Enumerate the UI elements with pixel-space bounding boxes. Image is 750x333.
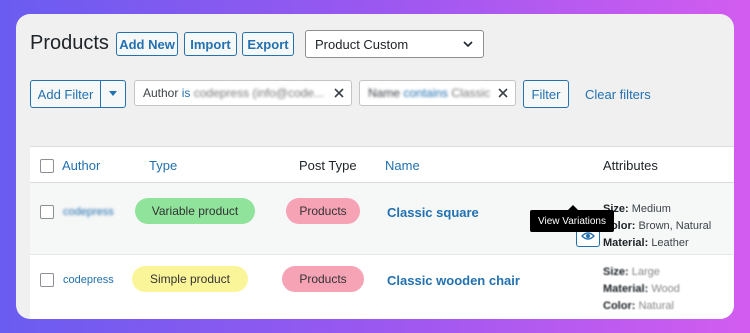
import-button[interactable]: Import: [184, 32, 237, 56]
eye-icon: [581, 232, 595, 240]
admin-panel: Products Add New Import Export Product C…: [16, 14, 734, 319]
attr-value: Large: [631, 266, 660, 278]
column-attributes: Attributes: [603, 158, 658, 173]
attr-value: Brown, Natural: [638, 220, 712, 232]
page-title: Products: [30, 32, 109, 54]
add-new-button[interactable]: Add New: [116, 32, 178, 56]
column-type[interactable]: Type: [149, 158, 177, 173]
chip-operator: contains: [403, 86, 449, 100]
attr-label: Material:: [603, 283, 649, 295]
filter-chip-name[interactable]: Name contains Classic: [359, 80, 516, 106]
view-select[interactable]: Product Custom: [305, 30, 484, 58]
filter-chip-author[interactable]: Author is codepress (info@code...: [134, 80, 352, 106]
close-icon[interactable]: [497, 87, 509, 99]
filter-button[interactable]: Filter: [523, 80, 569, 108]
author-link[interactable]: codepress: [63, 274, 114, 286]
table-row: codepress Simple product Products Classi…: [30, 255, 734, 319]
caret-down-icon[interactable]: [101, 81, 125, 107]
view-select-value: Product Custom: [315, 36, 409, 52]
attributes-cell: Size: Large Material: Wood Color: Natura…: [603, 264, 680, 315]
products-table: Author Type Post Type Name Attributes co…: [30, 146, 734, 319]
chip-value: codepress (info@code...: [193, 86, 324, 100]
row-checkbox[interactable]: [40, 273, 54, 287]
row-checkbox[interactable]: [40, 205, 54, 219]
add-filter-label: Add Filter: [31, 81, 101, 107]
type-badge: Simple product: [132, 266, 248, 292]
export-button[interactable]: Export: [242, 32, 294, 56]
view-variations-tooltip: View Variations: [530, 205, 614, 232]
attr-value: Leather: [651, 237, 689, 249]
author-link[interactable]: codepress: [63, 206, 114, 218]
clear-filters-link[interactable]: Clear filters: [585, 87, 651, 102]
post-type-badge: Products: [282, 266, 364, 292]
chip-operator: is: [181, 86, 191, 100]
chevron-down-icon: [463, 41, 473, 48]
post-type-badge: Products: [286, 198, 360, 224]
close-icon[interactable]: [333, 87, 345, 99]
attr-value: Medium: [631, 203, 671, 215]
chip-value: Classic: [451, 86, 491, 100]
product-name-link[interactable]: Classic square: [387, 205, 479, 220]
product-name-link[interactable]: Classic wooden chair: [387, 273, 520, 288]
attr-value: Natural: [638, 300, 674, 312]
chip-field: Name: [368, 86, 401, 100]
table-header: Author Type Post Type Name Attributes: [30, 147, 734, 183]
table-row: codepress Variable product Products Clas…: [30, 183, 734, 255]
attr-label: Color:: [603, 300, 636, 312]
column-post-type: Post Type: [299, 158, 357, 173]
type-badge: Variable product: [135, 198, 255, 224]
select-all-checkbox[interactable]: [40, 159, 54, 173]
attr-label: Size:: [603, 266, 629, 278]
add-filter-button[interactable]: Add Filter: [30, 80, 126, 108]
attr-value: Wood: [651, 283, 680, 295]
attr-label: Material:: [603, 237, 649, 249]
column-author[interactable]: Author: [62, 158, 100, 173]
attributes-cell: Size: Medium Color: Brown, Natural Mater…: [603, 201, 711, 252]
chip-field: Author: [143, 86, 179, 100]
column-name[interactable]: Name: [385, 158, 420, 173]
